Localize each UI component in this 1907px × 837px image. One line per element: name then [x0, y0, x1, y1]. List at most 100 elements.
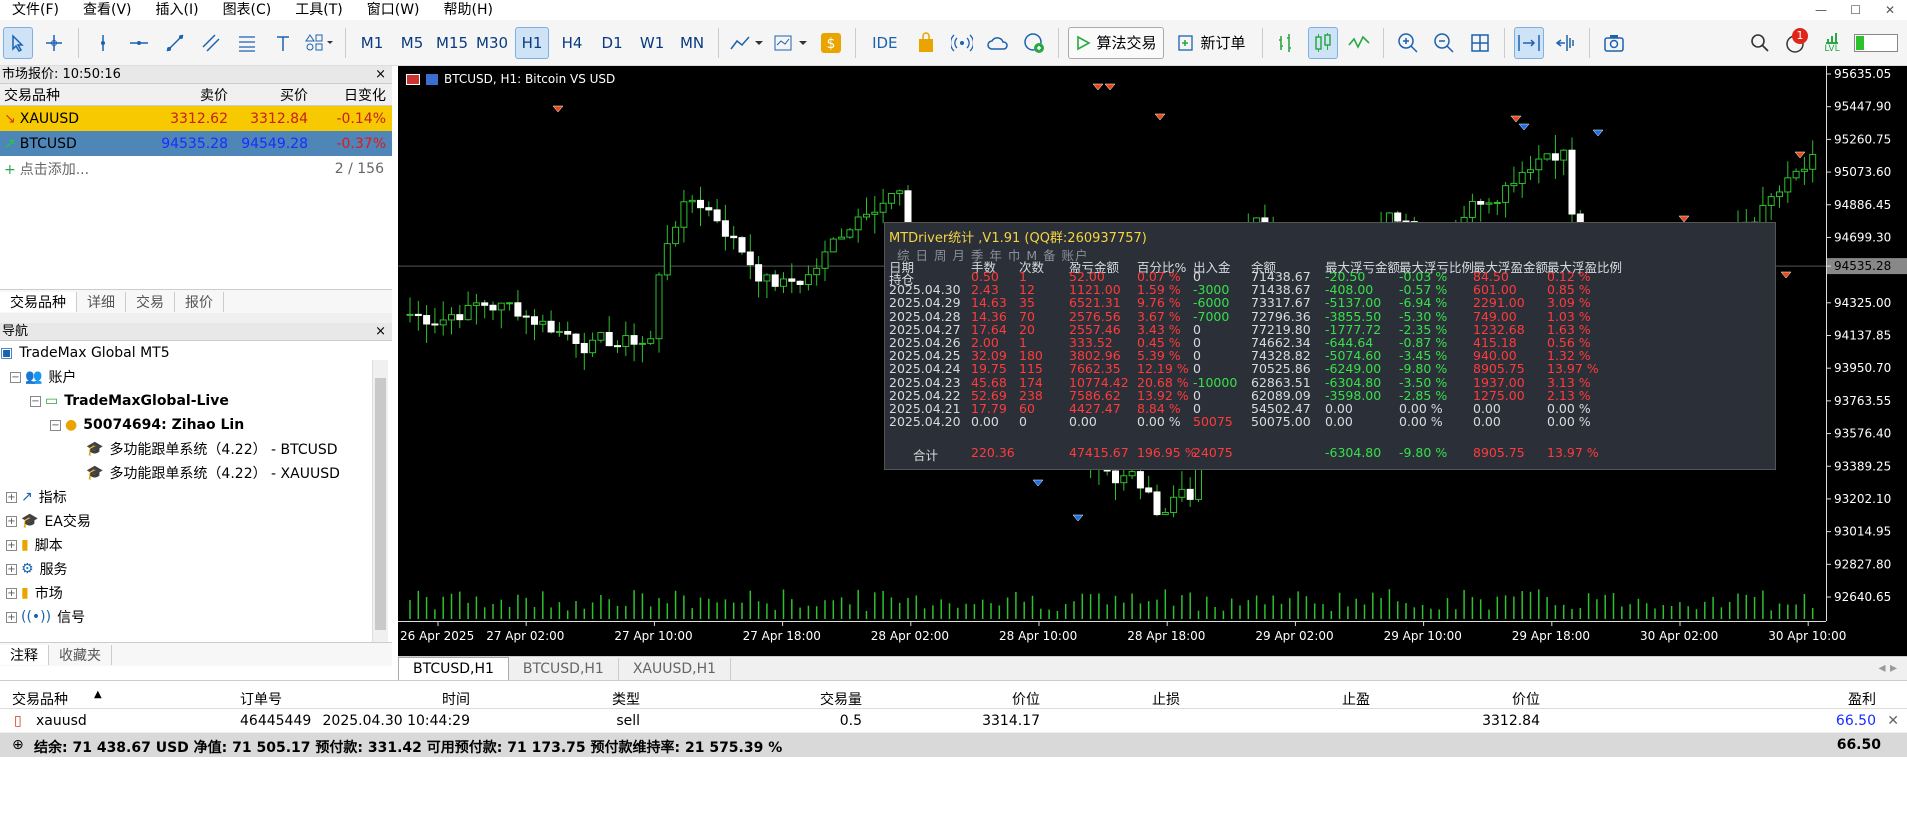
mtdriver-stats-panel[interactable]: MTDriver统计 ,V1.91 (QQ群:260937757) 综 日 周 … [884, 222, 1776, 470]
expand-toggle-icon[interactable]: + [6, 611, 17, 623]
nav-item-4[interactable]: 🎓 多功能跟单系统（4.22） - BTCUSD [0, 437, 392, 461]
sort-arrow-icon[interactable]: ▲ [94, 689, 102, 700]
column-symbol[interactable]: 交易品种 [0, 85, 152, 105]
nav-item-10[interactable]: + ▮ 市场 [0, 581, 392, 605]
tab-ticks[interactable]: 报价 [175, 291, 224, 312]
nav-item-0[interactable]: ▣ TradeMax Global MT5 [0, 341, 392, 365]
fibonacci-tool-button[interactable] [232, 27, 262, 59]
expand-icon[interactable]: ⊕ [12, 737, 24, 753]
trade-column-5[interactable]: 价位 [1012, 689, 1040, 709]
menu-item-0[interactable]: 文件(F) [0, 0, 71, 20]
tab-trading[interactable]: 交易 [126, 291, 175, 312]
trade-column-7[interactable]: 止盈 [1342, 689, 1370, 709]
trade-column-2[interactable]: 时间 [442, 689, 470, 709]
close-icon[interactable]: × [375, 66, 386, 84]
trade-column-6[interactable]: 止损 [1152, 689, 1180, 709]
chart-tab-xauusd-h1[interactable]: XAUUSD,H1 [619, 658, 732, 680]
menu-item-6[interactable]: 帮助(H) [432, 0, 505, 20]
symbol-row-xauusd[interactable]: ↘ XAUUSD 3312.62 3312.84 -0.14% [0, 106, 392, 131]
chart-tab-btcusd-h1-2[interactable]: BTCUSD,H1 [509, 658, 619, 680]
timeframe-h4[interactable]: H4 [555, 27, 589, 59]
algo-trading-button[interactable]: 算法交易 [1067, 26, 1164, 59]
search-icon[interactable] [1745, 27, 1775, 59]
nav-item-8[interactable]: + ▮ 脚本 [0, 533, 392, 557]
zoom-in-icon[interactable] [1393, 27, 1423, 59]
timeframe-m30[interactable]: M30 [475, 27, 509, 59]
trade-row[interactable]: ▯ xauusd 46445449 2025.04.30 10:44:29 sell 0.… [0, 709, 1907, 733]
symbol-row-btcusd[interactable]: ↗ BTCUSD 94535.28 94549.28 -0.37% [0, 131, 392, 156]
trend-line-tool-button[interactable] [160, 27, 190, 59]
chart-tab-btcusd-h1[interactable]: BTCUSD,H1 [398, 657, 509, 680]
menu-item-4[interactable]: 工具(T) [283, 0, 354, 20]
tab-favorites[interactable]: 收藏夹 [49, 644, 112, 665]
tab-comments[interactable]: 注释 [0, 644, 49, 665]
timeframe-m1[interactable]: M1 [355, 27, 389, 59]
menu-item-5[interactable]: 窗口(W) [355, 0, 432, 20]
nav-item-6[interactable]: + ↗ 指标 [0, 485, 392, 509]
vps-icon[interactable] [1019, 27, 1049, 59]
ide-button[interactable]: IDE [865, 27, 904, 59]
minimize-icon[interactable]: — [1815, 0, 1827, 20]
timeframe-d1[interactable]: D1 [595, 27, 629, 59]
new-order-button[interactable]: 新订单 [1170, 27, 1253, 59]
tab-symbols[interactable]: 交易品种 [0, 291, 77, 312]
chart-type-button[interactable] [728, 27, 766, 59]
nav-item-9[interactable]: + ⚙ 服务 [0, 557, 392, 581]
column-bid[interactable]: 卖价 [152, 85, 232, 105]
expand-toggle-icon[interactable]: + [6, 515, 17, 527]
chart-shift-icon[interactable] [1550, 27, 1580, 59]
shapes-tool-button[interactable] [304, 27, 336, 59]
nav-item-11[interactable]: + ((•)) 信号 [0, 605, 392, 629]
cloud-icon[interactable] [983, 27, 1013, 59]
expand-toggle-icon[interactable]: + [6, 587, 17, 599]
trade-column-4[interactable]: 交易量 [820, 689, 862, 709]
menu-item-2[interactable]: 插入(I) [144, 0, 211, 20]
timeframe-h1[interactable]: H1 [515, 26, 550, 59]
tab-details[interactable]: 详细 [77, 291, 126, 312]
notifications-icon[interactable]: 1 [1781, 27, 1811, 59]
chart-menu-icon[interactable] [406, 73, 420, 85]
horizontal-line-tool-button[interactable] [124, 27, 154, 59]
menu-item-3[interactable]: 图表(C) [211, 0, 284, 20]
expand-toggle-icon[interactable]: − [30, 395, 41, 407]
trade-column-8[interactable]: 价位 [1512, 689, 1540, 709]
scrollbar-thumb[interactable] [375, 378, 386, 630]
price-chart[interactable]: 95635.05 95447.90 95260.75 95073.60 94886.45… [398, 66, 1907, 656]
nav-item-5[interactable]: 🎓 多功能跟单系统（4.22） - XAUUSD [0, 461, 392, 485]
text-tool-button[interactable] [268, 27, 298, 59]
shopping-bag-icon[interactable] [911, 27, 941, 59]
trade-column-3[interactable]: 类型 [612, 689, 640, 709]
trade-column-1[interactable]: 订单号 [240, 689, 282, 709]
bar-chart-icon[interactable] [1272, 27, 1302, 59]
trade-column-0[interactable]: 交易品种 [12, 689, 68, 709]
column-ask[interactable]: 买价 [232, 85, 312, 105]
close-icon[interactable]: × [375, 323, 386, 341]
close-window-icon[interactable]: ✕ [1885, 0, 1895, 20]
dollar-icon[interactable]: $ [816, 27, 846, 59]
nav-item-1[interactable]: − 👥 账户 [0, 365, 392, 389]
nav-item-7[interactable]: + 🎓 EA交易 [0, 509, 392, 533]
tile-windows-icon[interactable] [1465, 27, 1495, 59]
tab-scroll-arrows[interactable]: ◂ ▸ [1868, 660, 1907, 680]
timeframe-m5[interactable]: M5 [395, 27, 429, 59]
expand-toggle-icon[interactable]: + [6, 539, 17, 551]
navigator-scrollbar[interactable] [372, 360, 388, 650]
close-position-icon[interactable]: ✕ [1887, 713, 1899, 729]
auto-scroll-icon[interactable] [1513, 26, 1544, 59]
screenshot-icon[interactable] [1599, 27, 1629, 59]
add-symbol-row[interactable]: + 点击添加... 2 / 156 [0, 156, 392, 181]
channel-tool-button[interactable] [196, 27, 226, 59]
nav-item-3[interactable]: − ● 50074694: Zihao Lin [0, 413, 392, 437]
candlestick-icon[interactable] [1307, 26, 1338, 59]
level-indicator[interactable]: LVL [1817, 27, 1847, 59]
trade-column-9[interactable]: 盈利 [1848, 689, 1876, 709]
expand-toggle-icon[interactable]: + [6, 491, 17, 503]
menu-item-1[interactable]: 查看(V) [71, 0, 144, 20]
expand-toggle-icon[interactable]: − [10, 371, 21, 383]
nav-item-2[interactable]: − ▭ TradeMaxGlobal-Live [0, 389, 392, 413]
line-chart-icon[interactable] [1344, 27, 1374, 59]
signals-icon[interactable] [947, 27, 977, 59]
zoom-out-icon[interactable] [1429, 27, 1459, 59]
crosshair-tool-button[interactable] [39, 27, 69, 59]
column-change[interactable]: 日变化 [312, 85, 390, 105]
